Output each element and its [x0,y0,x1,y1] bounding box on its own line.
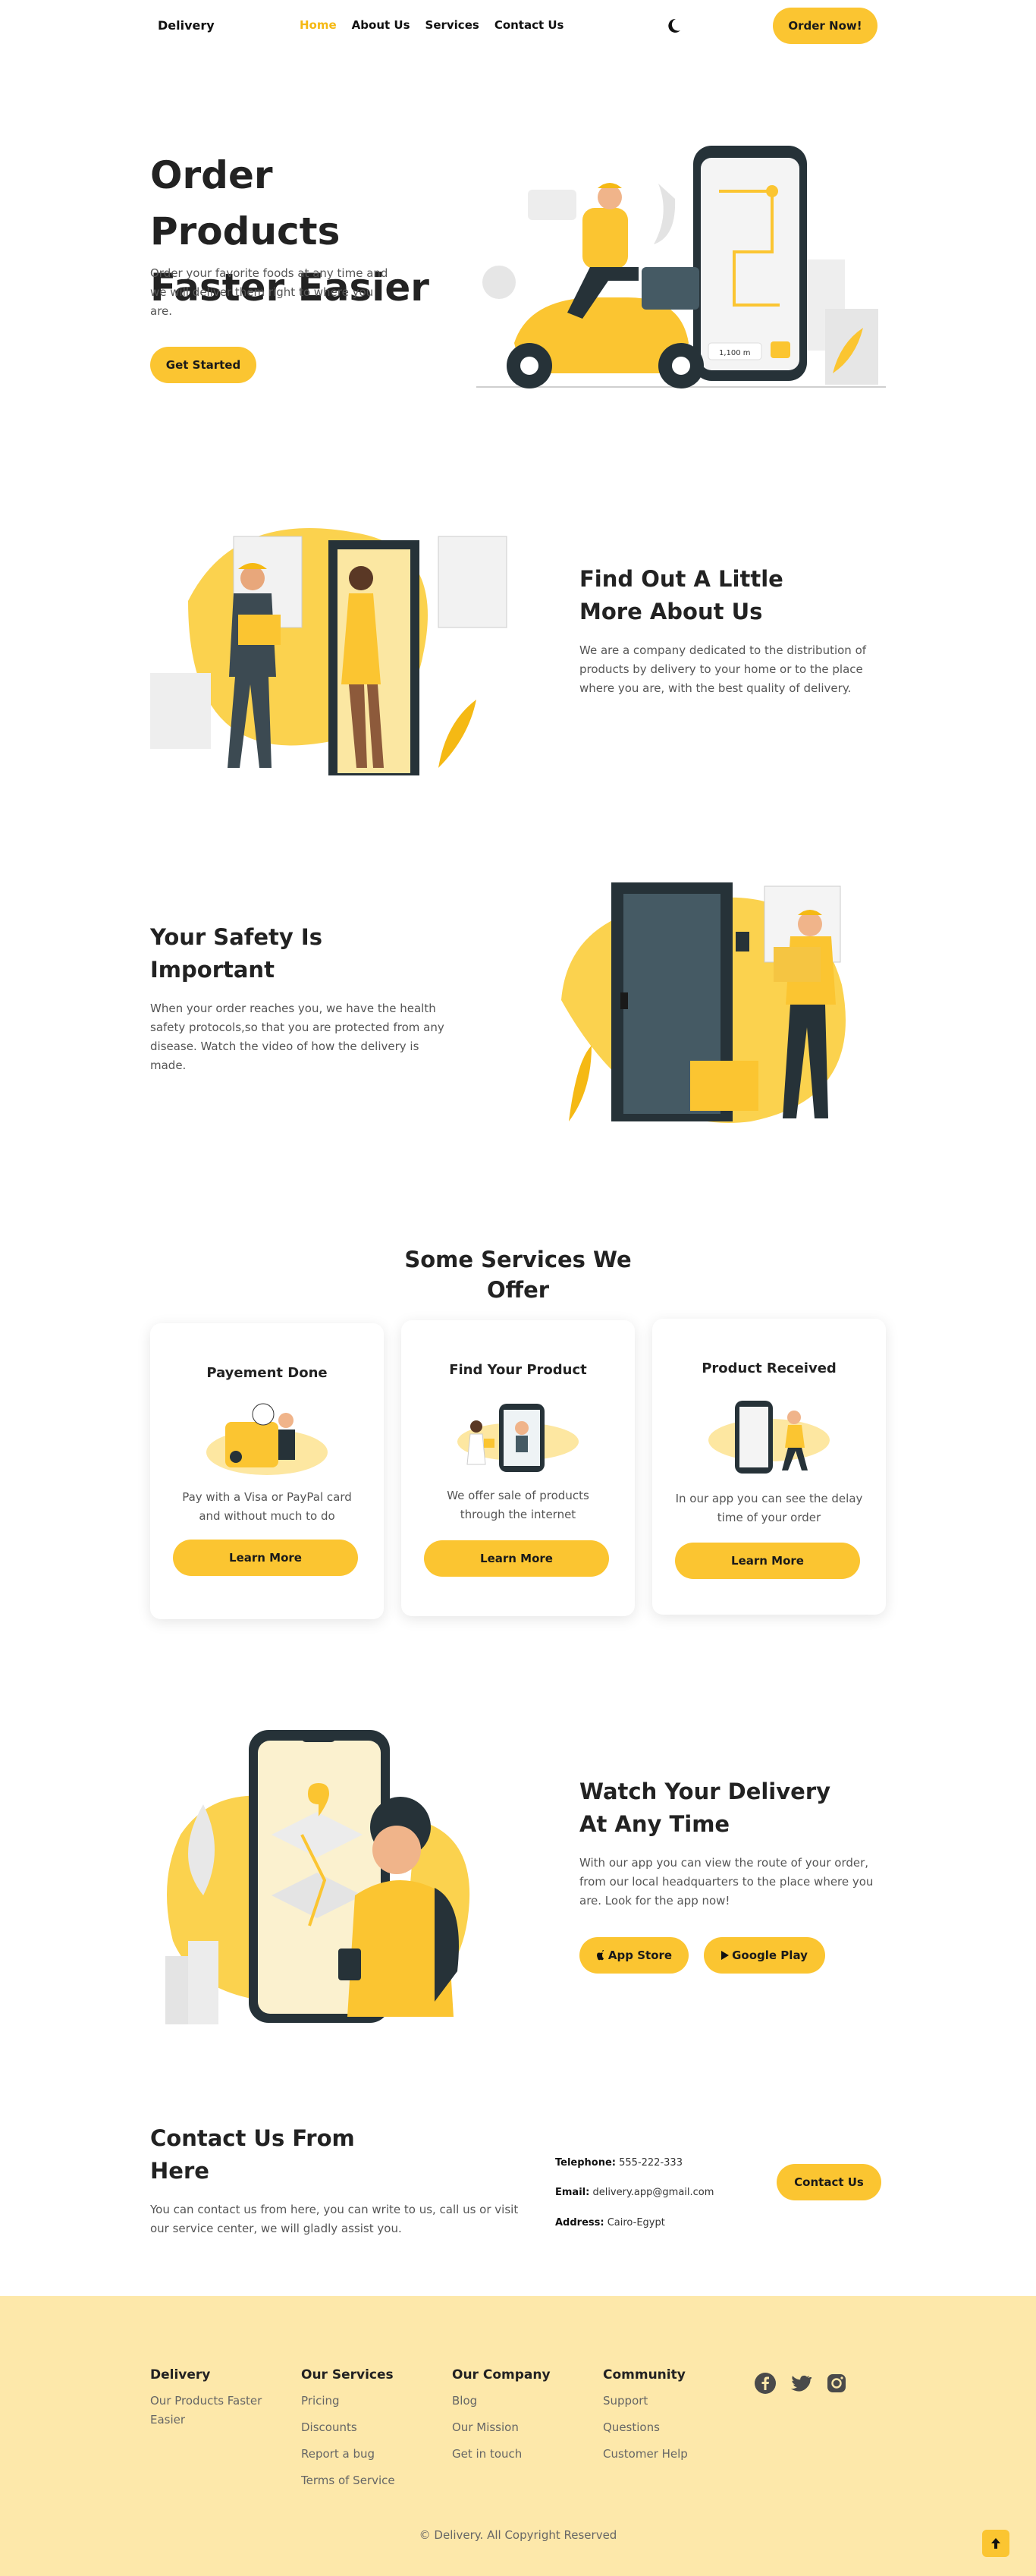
service-card-payment: Payement Done Pay with a Visa or PayPal … [150,1323,384,1619]
telephone-value[interactable]: 555-222-333 [619,2157,683,2169]
facebook-icon[interactable] [754,2372,777,2395]
service-card-product-received: Product Received In our app you can see … [652,1319,886,1615]
safety-description: When your order reaches you, we have the… [150,1002,444,1072]
footer-link[interactable]: Customer Help [603,2445,739,2464]
footer-column-title: Community [603,2367,686,2383]
contact-description: You can contact us from here, you can wr… [150,2203,519,2235]
about-description: We are a company dedicated to the distri… [579,643,867,695]
service-card-text: We offer sale of products through the in… [447,1489,589,1521]
app-tracking-illustration [165,1730,470,2024]
service-card-text: In our app you can see the delay time of… [675,1492,863,1524]
footer-column-title: Our Company [452,2367,551,2383]
arrow-up-icon [991,2538,1000,2549]
address-value: Cairo-Egypt [607,2217,665,2228]
order-now-button[interactable]: Order Now! [773,8,877,44]
address-label: Address: [555,2217,604,2228]
about-title: Find Out A Little More About Us [579,566,783,624]
google-play-button[interactable]: Google Play [704,1937,825,1974]
email-value[interactable]: delivery.app@gmail.com [592,2187,714,2198]
service-card-title: Payement Done [206,1365,328,1381]
services-title: Some Services We Offer [404,1247,632,1303]
footer-link[interactable]: Report a bug [301,2445,438,2464]
app-store-label: App Store [607,1949,673,1962]
footer-link[interactable]: Our Mission [452,2418,589,2437]
footer-link[interactable]: Terms of Service [301,2471,438,2490]
learn-more-received-button[interactable]: Learn More [675,1543,860,1579]
footer-column-services: Our Services Pricing Discounts Report a … [301,2367,438,2498]
service-card-title: Find Your Product [449,1362,587,1378]
payment-wallet-illustration [206,1403,328,1475]
brand-logo[interactable]: Delivery [158,18,215,33]
copyright-text: © Delivery. All Copyright Reserved [419,2528,617,2542]
nav-link-home[interactable]: Home [300,18,337,32]
watch-title: Watch Your Delivery At Any Time [579,1779,831,1837]
footer-link[interactable]: Pricing [301,2392,438,2411]
footer-link[interactable]: Blog [452,2392,589,2411]
footer: Delivery Our Products Faster Easier Our … [0,2296,1036,2576]
nav-link-about[interactable]: About Us [352,18,410,32]
nav-link-contact[interactable]: Contact Us [494,18,564,32]
play-icon [721,1951,730,1960]
doorstep-delivery-illustration [150,528,507,775]
scroll-to-top-button[interactable] [982,2530,1009,2557]
contact-us-button[interactable]: Contact Us [777,2164,881,2200]
footer-link[interactable]: Our Products Faster Easier [150,2392,287,2430]
learn-more-payment-button[interactable]: Learn More [173,1540,358,1576]
delivery-scooter-illustration: 1,100 m [476,146,886,388]
safety-title: Your Safety Is Important [150,924,322,983]
get-started-button[interactable]: Get Started [150,347,256,383]
footer-link[interactable]: Get in touch [452,2445,589,2464]
footer-link[interactable]: Questions [603,2418,739,2437]
map-distance-label: 1,100 m [719,349,751,357]
learn-more-product-button[interactable]: Learn More [424,1540,609,1577]
twitter-icon[interactable] [789,2372,812,2395]
top-navbar: Delivery Home About Us Services Contact … [0,0,1036,52]
moon-icon[interactable] [664,17,683,35]
contact-address: Address: Cairo-Egypt [555,2217,665,2228]
delivery-tracking-illustration [708,1401,830,1474]
contact-telephone: Telephone: 555-222-333 [555,2157,683,2169]
apple-icon [596,1950,604,1961]
watch-description: With our app you can view the route of y… [579,1856,874,1908]
telephone-label: Telephone: [555,2157,616,2169]
footer-column-title: Our Services [301,2367,394,2383]
online-shopping-illustration [457,1404,579,1472]
footer-link[interactable]: Support [603,2392,739,2411]
nav-link-services[interactable]: Services [425,18,479,32]
contact-title: Contact Us From Here [150,2125,355,2184]
service-card-text: Pay with a Visa or PayPal card and witho… [182,1490,352,1523]
nav-links: Home About Us Services Contact Us [300,18,564,32]
service-card-title: Product Received [702,1360,837,1376]
page: Delivery Home About Us Services Contact … [0,0,1036,2576]
google-play-label: Google Play [732,1949,808,1962]
service-card-find-product: Find Your Product We offer sale of produ… [401,1320,635,1616]
footer-column-company: Our Company Blog Our Mission Get in touc… [452,2367,589,2471]
footer-link[interactable]: Discounts [301,2418,438,2437]
safe-delivery-illustration [561,882,846,1123]
email-label: Email: [555,2187,590,2198]
contact-email: Email: delivery.app@gmail.com [555,2187,714,2198]
instagram-icon[interactable] [825,2372,848,2395]
footer-column-delivery: Delivery Our Products Faster Easier [150,2367,287,2437]
footer-column-title: Delivery [150,2367,211,2383]
footer-column-community: Community Support Questions Customer Hel… [603,2367,739,2471]
hero-description: Order your favorite foods at any time an… [150,266,388,318]
app-store-button[interactable]: App Store [579,1937,689,1974]
